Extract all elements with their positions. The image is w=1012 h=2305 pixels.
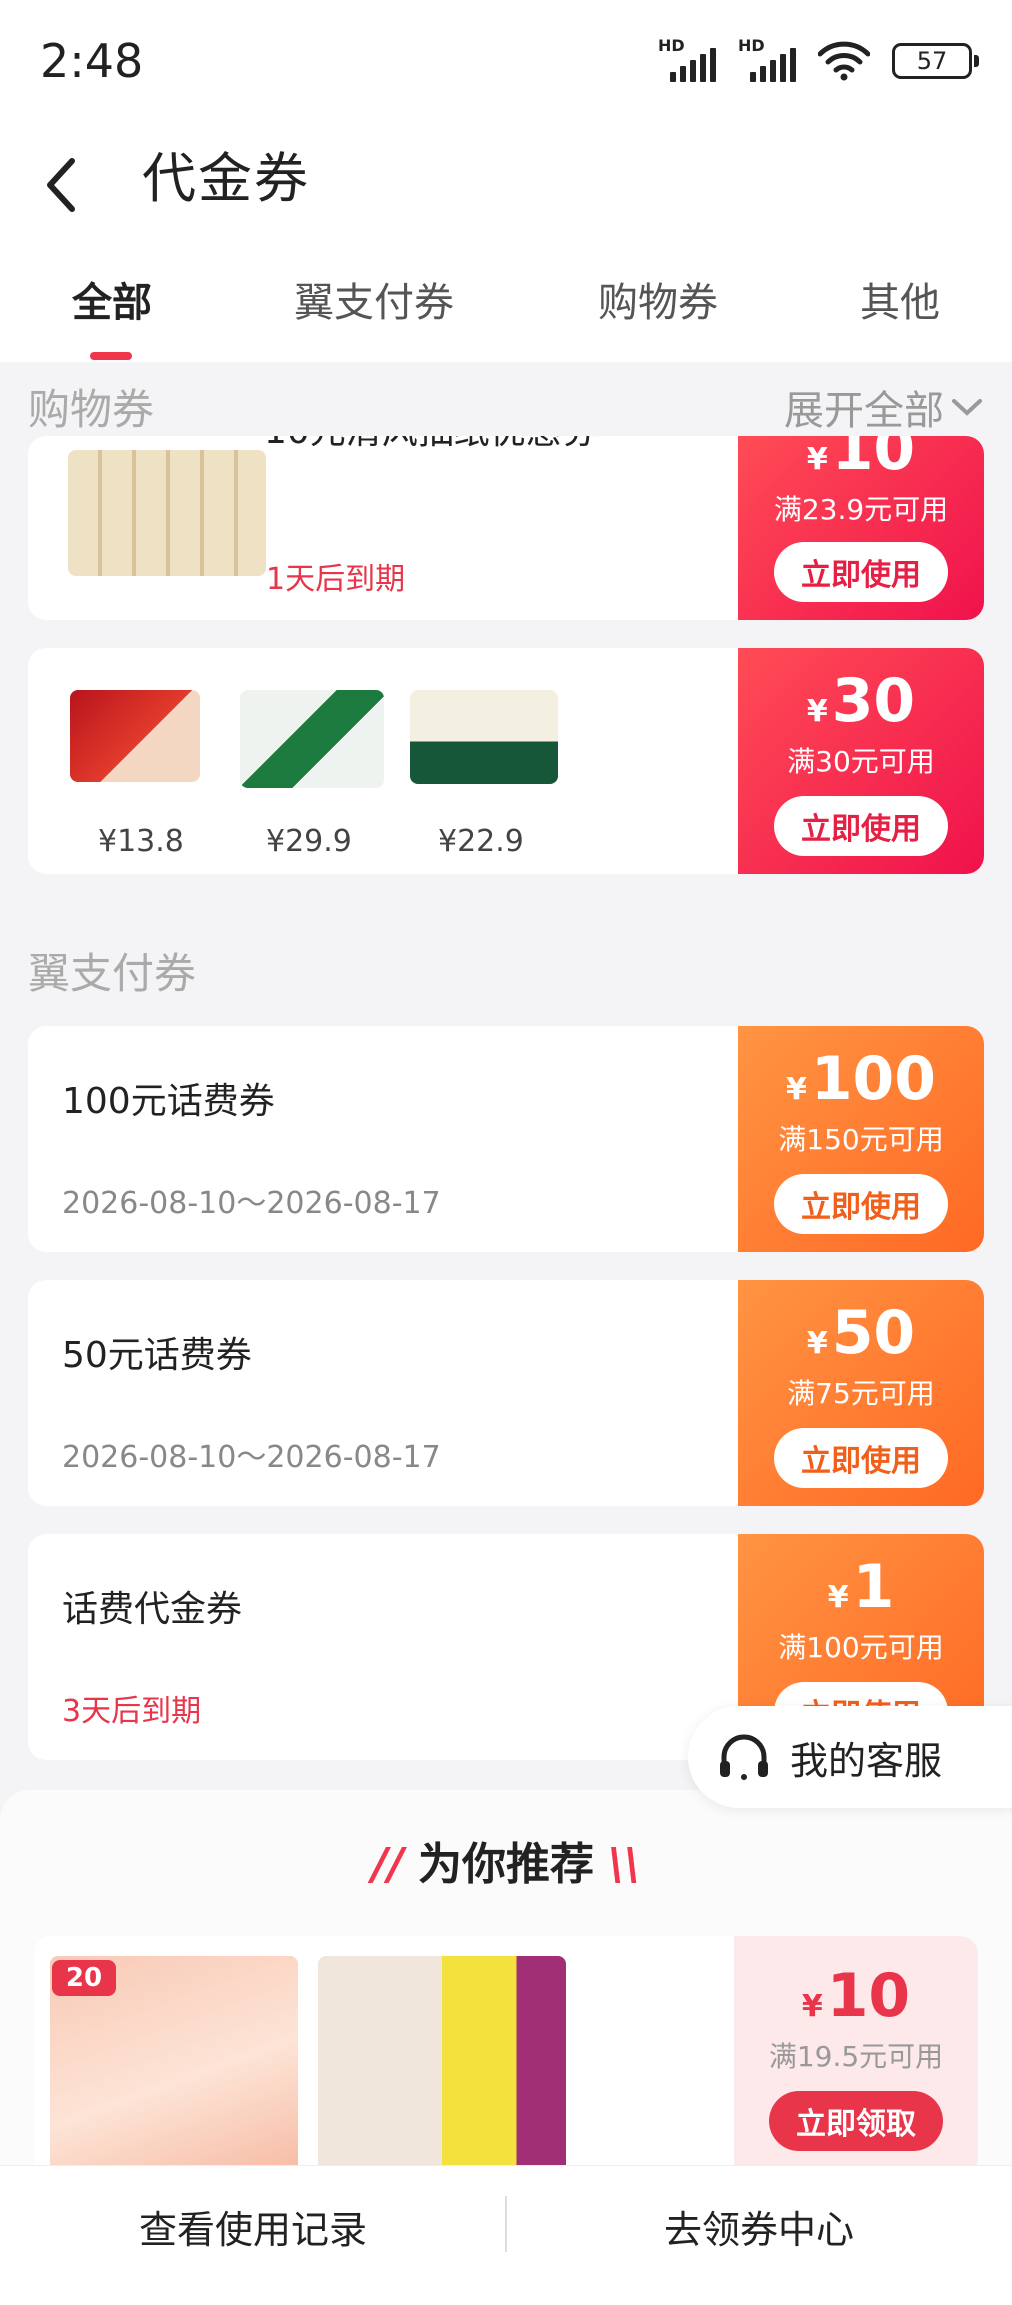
coupon-condition: 满100元可用 [778, 1631, 944, 1664]
product-price: ¥22.9 [438, 824, 524, 859]
coupon-amount: 1 [852, 1552, 895, 1622]
use-now-button[interactable]: 立即使用 [774, 542, 948, 602]
coupon-condition: 满150元可用 [778, 1123, 944, 1156]
battery-level: 57 [916, 47, 948, 75]
section-title-shopping: 购物券 [28, 385, 155, 434]
coupon-validity: 2026-08-10～2026-08-17 [62, 1186, 441, 1221]
status-bar: 2:48 HD HD 57 [0, 0, 1012, 120]
recommend-coupon-card: 20 ¥ 10 满19.5元可用 立即领取 [34, 1936, 978, 2176]
coupon-expire: 3天后到期 [62, 1694, 202, 1729]
tab-other[interactable]: 其他 [860, 270, 940, 328]
tab-shopping[interactable]: 购物券 [598, 270, 718, 328]
usage-history-button[interactable]: 查看使用记录 [0, 2166, 506, 2286]
tab-yipay[interactable]: 翼支付券 [294, 270, 454, 328]
coupon-condition: 满75元可用 [787, 1377, 935, 1410]
product-price: ¥13.8 [98, 824, 184, 859]
recommend-title-text: 为你推荐 [418, 1839, 594, 1890]
wifi-icon [818, 41, 870, 81]
back-arrow-icon [47, 158, 75, 212]
coupon-title: 50元话费券 [62, 1335, 252, 1376]
coupon-amount: 50 [831, 1298, 916, 1368]
decor-slash-icon: \\ [608, 1839, 641, 1890]
coupon-value-panel: ¥ 30 满30元可用 立即使用 [738, 648, 984, 874]
recommend-coupon-value: ¥ 10 满19.5元可用 立即领取 [734, 1936, 978, 2176]
expand-all-label: 展开全部 [784, 388, 944, 434]
battery-indicator: 57 [892, 43, 979, 79]
coupon-card-phone-50: 50元话费券 2026-08-10～2026-08-17 ¥ 50 满75元可用… [28, 1280, 984, 1506]
recommend-title: // 为你推荐 \\ [0, 1828, 1012, 1892]
coupon-amount: 100 [810, 1044, 937, 1114]
decor-slash-icon: // [371, 1839, 404, 1890]
bottom-bar: 查看使用记录 去领券中心 [0, 2165, 1012, 2305]
coupon-amount: 10 [831, 436, 916, 484]
page-title: 代金券 [142, 147, 310, 210]
coupon-condition: 满19.5元可用 [768, 2040, 944, 2073]
expand-all-button[interactable]: 展开全部 [784, 378, 984, 436]
chevron-down-icon [952, 399, 982, 416]
use-now-button[interactable]: 立即使用 [774, 1174, 948, 1234]
back-button[interactable] [40, 140, 100, 230]
recommend-product-image-paper-roll [318, 1956, 566, 2176]
tab-bar: 全部 翼支付券 购物券 其他 [0, 240, 1012, 362]
coupon-center-button[interactable]: 去领券中心 [506, 2166, 1012, 2286]
claim-now-button[interactable]: 立即领取 [769, 2091, 943, 2151]
coupon-validity: 2026-08-10～2026-08-17 [62, 1440, 441, 1475]
coupon-value-panel: ¥ 10 满23.9元可用 立即使用 [738, 436, 984, 620]
product-image-yogurt-box [410, 690, 558, 784]
coupon-title: 100元话费券 [62, 1081, 275, 1122]
coupon-amount: 30 [831, 666, 916, 736]
coupon-expire: 1天后到期 [266, 562, 406, 597]
quantity-badge: 20 [52, 1960, 116, 1996]
coupon-title: 话费代金券 [62, 1589, 243, 1630]
nav-bar: 代金券 [0, 120, 1012, 240]
cell-signal-icon-2: HD [738, 36, 796, 82]
cell-signal-icon: HD [658, 36, 716, 82]
coupon-card-dairy: ¥13.8 ¥29.9 ¥22.9 ¥ 30 满30元可用 立即使用 [28, 648, 984, 874]
coupon-card-phone-100: 100元话费券 2026-08-10～2026-08-17 ¥ 100 满150… [28, 1026, 984, 1252]
status-time: 2:48 [40, 34, 144, 88]
status-icons: HD HD 57 [658, 36, 979, 82]
customer-service-label: 我的客服 [790, 1738, 943, 1783]
customer-service-button[interactable]: 我的客服 [688, 1706, 1012, 1808]
headset-icon [720, 1734, 768, 1780]
coupon-condition: 满30元可用 [787, 745, 935, 778]
product-image-milk-carton [240, 690, 384, 788]
product-image-gift-box [70, 690, 200, 782]
section-title-yipay: 翼支付券 [28, 949, 197, 998]
tab-all[interactable]: 全部 [72, 270, 152, 328]
coupon-card-qingfeng: 10元清风抽纸优惠券 1天后到期 ¥ 10 满23.9元可用 立即使用 [28, 436, 984, 620]
coupon-title: 10元清风抽纸优惠券 [264, 436, 598, 454]
coupon-value-panel: ¥ 100 满150元可用 立即使用 [738, 1026, 984, 1252]
tab-indicator [90, 352, 132, 360]
coupon-value-panel: ¥ 50 满75元可用 立即使用 [738, 1280, 984, 1506]
coupon-amount: 10 [826, 1961, 911, 2031]
use-now-button[interactable]: 立即使用 [774, 796, 948, 856]
use-now-button[interactable]: 立即使用 [774, 1428, 948, 1488]
product-price: ¥29.9 [266, 824, 352, 859]
coupon-condition: 满23.9元可用 [773, 493, 949, 526]
tissue-product-image [68, 450, 266, 576]
